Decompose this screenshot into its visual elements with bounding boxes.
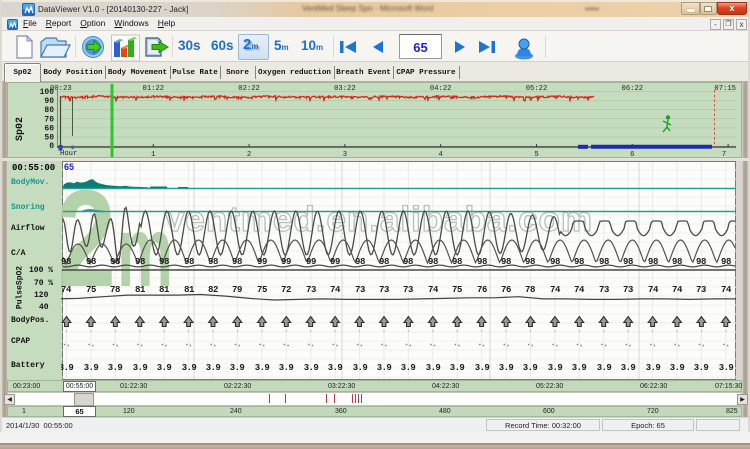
svg-text:3.9: 3.9 <box>255 363 270 373</box>
svg-text:3.9: 3.9 <box>353 363 368 373</box>
svg-text:3.9: 3.9 <box>523 363 538 373</box>
svg-text:98: 98 <box>525 257 535 267</box>
svg-text:98: 98 <box>721 257 731 267</box>
svg-text:3.9: 3.9 <box>304 363 319 373</box>
svg-text:75: 75 <box>257 285 267 295</box>
svg-text:82: 82 <box>208 285 218 295</box>
svg-text:98: 98 <box>672 257 682 267</box>
svg-text:73: 73 <box>306 285 316 295</box>
svg-text:74: 74 <box>550 285 561 295</box>
svg-text:98: 98 <box>428 257 438 267</box>
svg-text:3.9: 3.9 <box>377 363 392 373</box>
svg-text:3.9: 3.9 <box>646 363 661 373</box>
svg-text:3.9: 3.9 <box>475 363 490 373</box>
svg-text:3.9: 3.9 <box>279 363 294 373</box>
svg-text:3.9: 3.9 <box>182 363 197 373</box>
svg-text:99: 99 <box>306 257 316 267</box>
svg-text:3.9: 3.9 <box>206 363 221 373</box>
svg-text:3.9: 3.9 <box>230 363 245 373</box>
svg-text:98: 98 <box>232 257 242 267</box>
svg-text:99: 99 <box>257 257 267 267</box>
svg-text:78: 78 <box>525 285 535 295</box>
svg-text:3.9: 3.9 <box>694 363 709 373</box>
svg-text:3.9: 3.9 <box>572 363 587 373</box>
svg-text:74: 74 <box>61 285 72 295</box>
svg-text:3.9: 3.9 <box>59 363 74 373</box>
svg-text:3.9: 3.9 <box>499 363 514 373</box>
svg-text:3.9: 3.9 <box>84 363 99 373</box>
svg-text:3.9: 3.9 <box>450 363 465 373</box>
svg-text:74: 74 <box>330 285 341 295</box>
svg-text:98: 98 <box>550 257 560 267</box>
svg-text:98: 98 <box>599 257 609 267</box>
svg-text:99: 99 <box>281 257 291 267</box>
svg-text:74: 74 <box>721 285 732 295</box>
svg-text:3.9: 3.9 <box>548 363 563 373</box>
svg-text:78: 78 <box>110 285 120 295</box>
svg-text:76: 76 <box>477 285 487 295</box>
svg-text:98: 98 <box>477 257 487 267</box>
svg-text:98: 98 <box>135 257 145 267</box>
svg-text:75: 75 <box>86 285 96 295</box>
svg-text:99: 99 <box>330 257 340 267</box>
svg-text:74: 74 <box>648 285 659 295</box>
svg-text:98: 98 <box>648 257 658 267</box>
svg-text:73: 73 <box>355 285 365 295</box>
svg-text:76: 76 <box>501 285 511 295</box>
svg-text:3.9: 3.9 <box>108 363 123 373</box>
svg-text:73: 73 <box>696 285 706 295</box>
svg-text:3.9: 3.9 <box>157 363 172 373</box>
svg-text:98: 98 <box>623 257 633 267</box>
svg-text:79: 79 <box>232 285 242 295</box>
svg-text:74: 74 <box>428 285 439 295</box>
svg-text:81: 81 <box>135 285 146 295</box>
svg-text:3.9: 3.9 <box>621 363 636 373</box>
svg-text:3.9: 3.9 <box>401 363 416 373</box>
svg-text:98: 98 <box>208 257 218 267</box>
svg-text:74: 74 <box>574 285 585 295</box>
svg-text:73: 73 <box>403 285 413 295</box>
svg-text:98: 98 <box>355 257 365 267</box>
svg-text:73: 73 <box>623 285 633 295</box>
svg-text:98: 98 <box>403 257 413 267</box>
svg-text:81: 81 <box>159 285 170 295</box>
svg-text:72: 72 <box>281 285 291 295</box>
svg-text:3.9: 3.9 <box>597 363 612 373</box>
svg-text:73: 73 <box>379 285 389 295</box>
svg-text:73: 73 <box>599 285 609 295</box>
svg-text:3.9: 3.9 <box>328 363 343 373</box>
svg-text:98: 98 <box>159 257 169 267</box>
svg-text:3.9: 3.9 <box>426 363 441 373</box>
svg-text:98: 98 <box>61 257 71 267</box>
svg-text:98: 98 <box>501 257 511 267</box>
svg-text:3.9: 3.9 <box>670 363 685 373</box>
svg-text:98: 98 <box>379 257 389 267</box>
svg-text:98: 98 <box>110 257 120 267</box>
svg-text:98: 98 <box>696 257 706 267</box>
svg-text:98: 98 <box>86 257 96 267</box>
svg-text:3.9: 3.9 <box>719 363 734 373</box>
svg-text:98: 98 <box>452 257 462 267</box>
svg-text:98: 98 <box>184 257 194 267</box>
svg-text:74: 74 <box>672 285 683 295</box>
svg-text:3.9: 3.9 <box>133 363 148 373</box>
svg-text:81: 81 <box>184 285 195 295</box>
svg-text:75: 75 <box>452 285 462 295</box>
svg-text:98: 98 <box>574 257 584 267</box>
